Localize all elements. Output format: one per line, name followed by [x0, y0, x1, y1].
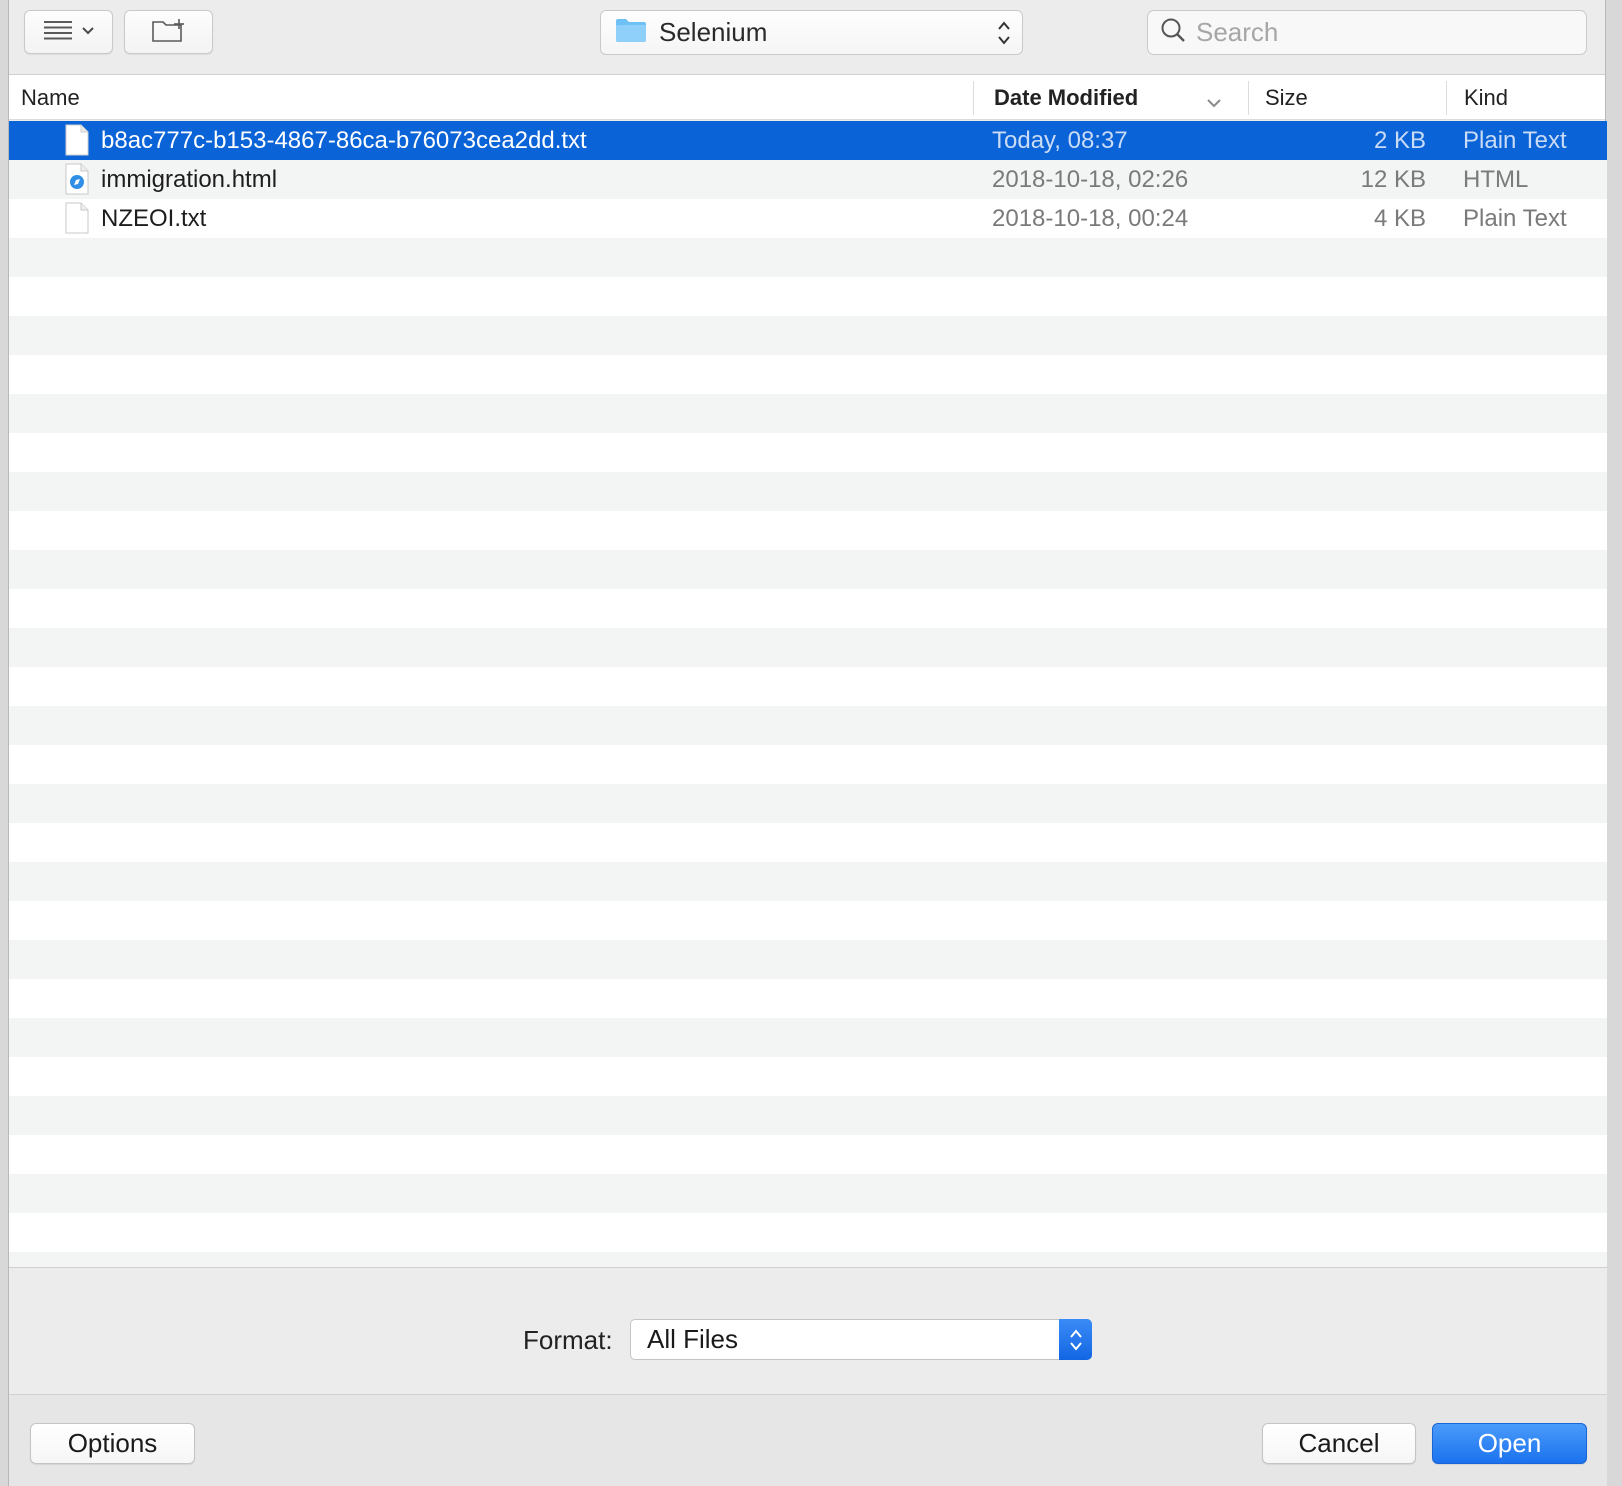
- file-row-selected[interactable]: b8ac777c-b153-4867-86ca-b76073cea2dd.txt…: [9, 121, 1607, 160]
- search-input[interactable]: [1196, 17, 1576, 48]
- toolbar: Selenium: [9, 0, 1605, 75]
- file-date: Today, 08:37: [992, 126, 1128, 154]
- format-value: All Files: [647, 1324, 739, 1354]
- column-divider[interactable]: [1248, 81, 1249, 115]
- html-file-icon: [64, 163, 90, 202]
- file-size: 4 KB: [1373, 204, 1426, 232]
- open-file-dialog: Selenium Name Date Modified: [8, 0, 1607, 1486]
- file-kind: Plain Text: [1463, 126, 1567, 154]
- column-kind[interactable]: Kind: [1464, 75, 1508, 120]
- column-divider[interactable]: [973, 81, 974, 115]
- cancel-button[interactable]: Cancel: [1262, 1423, 1416, 1464]
- column-date-modified-label: Date Modified: [994, 84, 1139, 110]
- folder-icon: [615, 17, 647, 48]
- list-view-icon: [43, 20, 73, 45]
- column-size[interactable]: Size: [1265, 75, 1308, 120]
- view-options-button[interactable]: [24, 10, 113, 54]
- file-row[interactable]: immigration.html 2018-10-18, 02:26 12 KB…: [9, 160, 1607, 199]
- text-file-icon: [64, 202, 90, 241]
- column-header: Name Date Modified Size Kind: [9, 75, 1605, 120]
- search-field[interactable]: [1147, 10, 1587, 55]
- new-folder-button[interactable]: [124, 10, 213, 54]
- location-label: Selenium: [659, 17, 768, 47]
- file-date: 2018-10-18, 02:26: [992, 165, 1189, 193]
- chevron-down-icon: [81, 23, 95, 41]
- select-stepper-icon: [1059, 1319, 1092, 1360]
- format-select[interactable]: All Files: [630, 1319, 1092, 1360]
- file-list[interactable]: b8ac777c-b153-4867-86ca-b76073cea2dd.txt…: [9, 121, 1607, 1267]
- file-row[interactable]: NZEOI.txt 2018-10-18, 00:24 4 KB Plain T…: [9, 199, 1607, 238]
- location-popup[interactable]: Selenium: [600, 10, 1023, 55]
- new-folder-icon: [151, 17, 187, 48]
- options-button[interactable]: Options: [30, 1423, 195, 1464]
- format-label: Format:: [523, 1325, 613, 1355]
- file-size: 12 KB: [1360, 165, 1426, 193]
- open-button[interactable]: Open: [1432, 1423, 1587, 1464]
- column-divider[interactable]: [1446, 81, 1447, 115]
- updown-chevron-icon: [996, 19, 1012, 52]
- file-size: 2 KB: [1373, 126, 1426, 154]
- file-name: NZEOI.txt: [101, 204, 207, 232]
- format-bar: Format: All Files: [9, 1267, 1607, 1394]
- file-date: 2018-10-18, 00:24: [992, 204, 1189, 232]
- file-name: b8ac777c-b153-4867-86ca-b76073cea2dd.txt: [101, 126, 587, 154]
- search-icon: [1160, 17, 1186, 48]
- file-name: immigration.html: [101, 165, 278, 193]
- file-kind: Plain Text: [1463, 204, 1567, 232]
- column-name[interactable]: Name: [21, 75, 80, 120]
- text-file-icon: [64, 124, 90, 163]
- file-kind: HTML: [1463, 165, 1529, 193]
- sort-descending-icon: [1206, 89, 1222, 115]
- column-date-modified[interactable]: Date Modified: [994, 75, 1244, 120]
- button-bar: Options Cancel Open: [9, 1394, 1607, 1486]
